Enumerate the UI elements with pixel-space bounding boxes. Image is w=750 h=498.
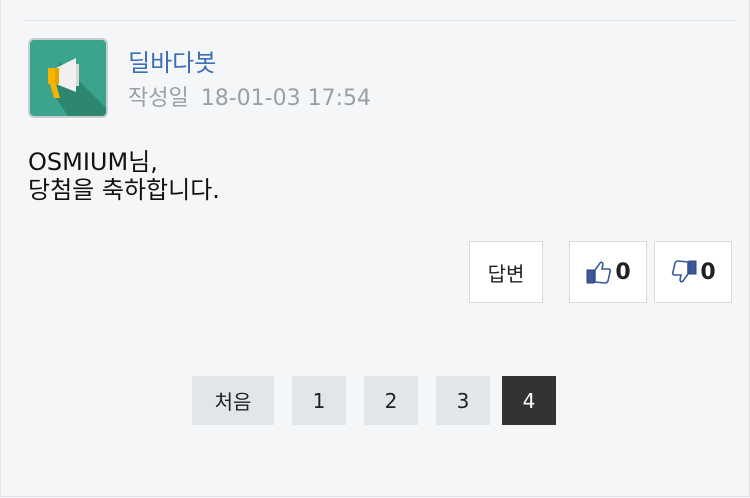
avatar[interactable] bbox=[28, 38, 108, 118]
author-name[interactable]: 딜바다봇 bbox=[128, 48, 216, 78]
megaphone-icon bbox=[48, 58, 106, 116]
post-date: 18-01-03 17:54 bbox=[200, 86, 371, 111]
reply-button[interactable]: 답변 bbox=[469, 241, 543, 303]
dislike-count: 0 bbox=[700, 259, 716, 285]
comment-line: 당첨을 축하합니다. bbox=[28, 176, 220, 204]
pagination-page[interactable]: 1 bbox=[292, 376, 346, 425]
comment-line: OSMIUM님, bbox=[28, 148, 158, 176]
pagination-page[interactable]: 2 bbox=[364, 376, 418, 425]
pagination-page[interactable]: 3 bbox=[436, 376, 490, 425]
dislike-button[interactable]: 0 bbox=[654, 241, 732, 303]
comment-body: OSMIUM님, 당첨을 축하합니다. bbox=[28, 148, 220, 204]
pagination: 처음 1 2 3 4 bbox=[0, 376, 750, 425]
reply-label: 답변 bbox=[487, 261, 525, 286]
pagination-first[interactable]: 처음 bbox=[192, 376, 274, 425]
post-meta: 작성일 18-01-03 17:54 bbox=[128, 85, 371, 113]
thumbs-down-icon bbox=[672, 260, 697, 283]
like-count: 0 bbox=[615, 259, 631, 285]
thumbs-up-icon bbox=[586, 261, 612, 284]
divider bbox=[25, 20, 735, 21]
like-button[interactable]: 0 bbox=[569, 241, 647, 303]
pagination-page-current[interactable]: 4 bbox=[502, 376, 556, 425]
date-label: 작성일 bbox=[128, 86, 189, 111]
